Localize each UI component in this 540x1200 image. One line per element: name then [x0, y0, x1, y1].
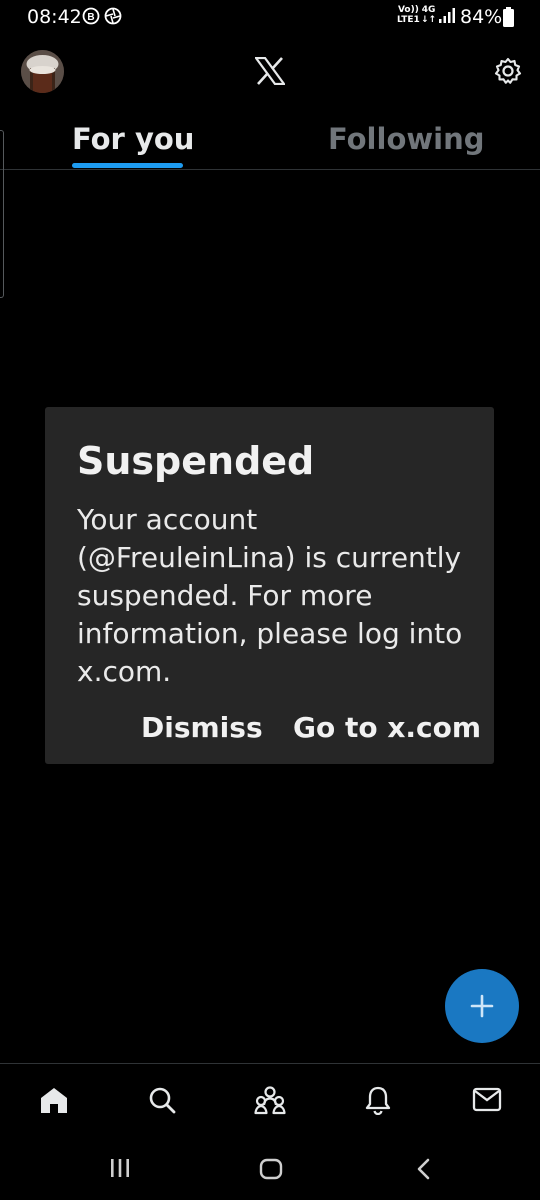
gear-icon[interactable]: [494, 57, 522, 89]
svg-text:B: B: [87, 12, 94, 23]
edge-panel-handle[interactable]: [0, 130, 4, 298]
b-circle-icon: B: [82, 7, 100, 29]
compose-button[interactable]: [445, 969, 519, 1043]
status-time: 08:42: [27, 6, 82, 28]
plus-icon: [470, 994, 494, 1018]
bottom-nav: [0, 1063, 540, 1135]
communities-icon[interactable]: [254, 1085, 286, 1119]
tab-following[interactable]: Following: [328, 122, 485, 156]
dismiss-button[interactable]: Dismiss: [141, 711, 263, 744]
home-circle-icon[interactable]: [259, 1157, 283, 1185]
system-nav: [0, 1135, 540, 1200]
suspended-dialog: Suspended Your account (@FreuleinLina) i…: [45, 407, 494, 764]
notifications-icon[interactable]: [364, 1085, 392, 1119]
tab-for-you[interactable]: For you: [72, 122, 194, 156]
search-icon[interactable]: [147, 1085, 177, 1119]
dialog-title: Suspended: [77, 439, 315, 483]
back-icon[interactable]: [415, 1157, 433, 1185]
volte-indicator: Vo)) LTE1: [397, 5, 420, 25]
app-header: [0, 36, 540, 106]
messages-icon[interactable]: [472, 1085, 502, 1117]
battery-percent: 84%: [460, 6, 503, 28]
x-logo-icon: [253, 56, 287, 89]
home-icon[interactable]: [38, 1085, 70, 1119]
network-type: 4G ↓↑: [421, 5, 437, 25]
timeline-tabs: For you Following: [0, 110, 540, 170]
signal-icon: [438, 7, 456, 29]
go-to-xcom-button[interactable]: Go to x.com: [293, 711, 481, 744]
active-tab-indicator: [72, 163, 183, 168]
status-bar: 08:42 B Vo)) LTE1 4G ↓↑ 84%: [0, 0, 540, 36]
screen: 08:42 B Vo)) LTE1 4G ↓↑ 84% For you Foll…: [0, 0, 540, 1200]
avatar[interactable]: [21, 50, 64, 93]
dialog-message: Your account (@FreuleinLina) is currentl…: [77, 503, 463, 688]
battery-icon: [503, 7, 514, 31]
shutter-icon: [104, 7, 122, 29]
recents-icon[interactable]: [109, 1157, 131, 1183]
